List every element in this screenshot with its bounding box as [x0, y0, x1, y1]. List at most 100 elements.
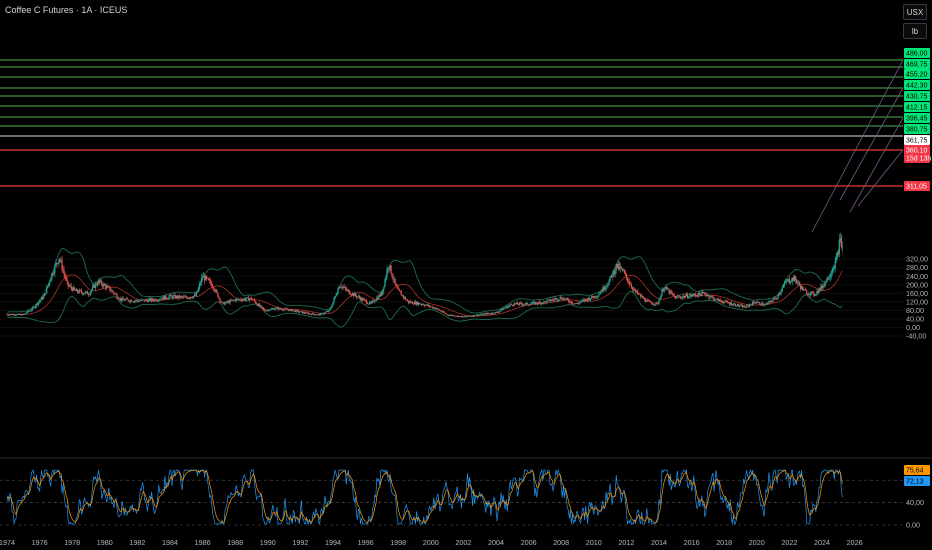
candle-body — [168, 296, 170, 299]
candle-body — [597, 296, 599, 298]
candle-body — [97, 284, 99, 285]
candle-body — [89, 291, 92, 295]
level-tag-label: 361,75 — [906, 138, 928, 145]
level-tag-label: 311,05 — [906, 184, 927, 191]
candle-body — [136, 300, 138, 301]
price-tick-label: -40,00 — [906, 332, 926, 341]
candle-body — [598, 294, 600, 297]
candle-body — [475, 315, 477, 317]
candle-body — [726, 301, 728, 303]
candle-body — [672, 293, 674, 296]
candle-body — [764, 304, 766, 306]
candle-body — [709, 297, 711, 298]
candle-body — [199, 283, 202, 284]
candle-body — [269, 309, 271, 311]
time-tick-label: 1980 — [97, 538, 113, 547]
osc-tick-label: 40,00 — [906, 498, 924, 507]
candle-body — [743, 305, 746, 308]
candle-body — [263, 308, 265, 310]
candle-body — [692, 295, 694, 297]
time-axis: 1974 1976 1978 1980 1982 1984 1986 1988 1990 1992… — [0, 538, 863, 547]
candle-body — [398, 288, 400, 291]
candle-body — [344, 286, 346, 289]
chart-grid — [0, 258, 903, 337]
candle-body — [157, 300, 159, 302]
candle-body — [604, 288, 606, 290]
candle-body — [526, 302, 529, 305]
candle-body — [332, 301, 334, 306]
candle-body — [335, 295, 337, 297]
candle-body — [37, 302, 40, 305]
candle-body — [772, 299, 774, 302]
fan-line — [849, 117, 904, 213]
candle-body — [255, 303, 258, 304]
candle-body — [536, 302, 538, 304]
candle-body — [83, 293, 86, 295]
candle-body — [556, 298, 558, 301]
candle-body — [64, 273, 66, 278]
candle-body — [737, 304, 740, 307]
candle-body — [375, 300, 377, 302]
candle-body — [765, 303, 767, 305]
candle-body — [396, 286, 398, 289]
candle-body — [795, 279, 798, 283]
candle-body — [699, 292, 701, 295]
candle-body — [25, 312, 27, 314]
candle-body — [329, 309, 331, 311]
candle-body — [39, 301, 41, 303]
time-tick-label: 2024 — [814, 538, 830, 547]
level-tag-label: 486,00 — [906, 51, 928, 58]
candle-body — [620, 267, 622, 269]
symbol-title[interactable]: Coffee C Futures · 1A · ICEUS — [5, 5, 127, 15]
candle-body — [254, 301, 257, 304]
level-tag-label: 380,75 — [906, 127, 928, 134]
candle-body — [831, 271, 833, 274]
candle-body — [48, 283, 50, 287]
candle-body — [386, 269, 388, 277]
candle-body — [65, 277, 67, 280]
fan-lines — [811, 59, 904, 233]
unit-button[interactable]: lb — [903, 23, 927, 39]
price-axis: 320,00280,00240,00200,00160,00120,0080,0… — [906, 255, 928, 341]
time-tick-label: 2004 — [488, 538, 504, 547]
candle-body — [778, 294, 780, 296]
candle-body — [51, 273, 53, 280]
candle-body — [828, 278, 830, 280]
candle-body — [195, 292, 198, 296]
candle-body — [798, 282, 801, 286]
candle-body — [684, 296, 687, 298]
candle-body — [771, 301, 773, 303]
candle-body — [53, 272, 55, 275]
candle-body — [835, 257, 837, 261]
level-tag-label: 412,15 — [906, 105, 928, 112]
price-chart[interactable]: 80,0040,000,0075,6472,13 320,00280,00240… — [0, 0, 932, 550]
candle-body — [61, 260, 63, 270]
candle-body — [130, 300, 132, 302]
candle-body — [286, 308, 288, 310]
level-tag-label: 469,75 — [906, 62, 928, 69]
candle-body — [418, 302, 421, 305]
fan-line — [839, 87, 904, 201]
candle-body — [624, 272, 626, 274]
candle-body — [210, 280, 212, 284]
candle-body — [465, 316, 468, 318]
candle-body — [15, 314, 17, 316]
candle-body — [262, 306, 264, 309]
candle-body — [782, 285, 784, 288]
candle-body — [59, 259, 61, 261]
candle-body — [109, 286, 111, 291]
time-tick-label: 1996 — [358, 538, 374, 547]
candle-body — [694, 293, 696, 295]
currency-button[interactable]: USX — [903, 4, 927, 20]
level-tag-label: 396,45 — [906, 116, 928, 123]
candle-body — [337, 288, 339, 294]
candle-body — [785, 281, 787, 283]
candle-body — [626, 277, 629, 282]
candle-body — [122, 298, 124, 300]
candle-body — [637, 291, 639, 294]
candle-body — [670, 290, 672, 293]
candle-body — [73, 287, 75, 290]
candle-body — [614, 270, 616, 275]
candle-body — [148, 299, 150, 302]
candle-body — [224, 302, 226, 305]
